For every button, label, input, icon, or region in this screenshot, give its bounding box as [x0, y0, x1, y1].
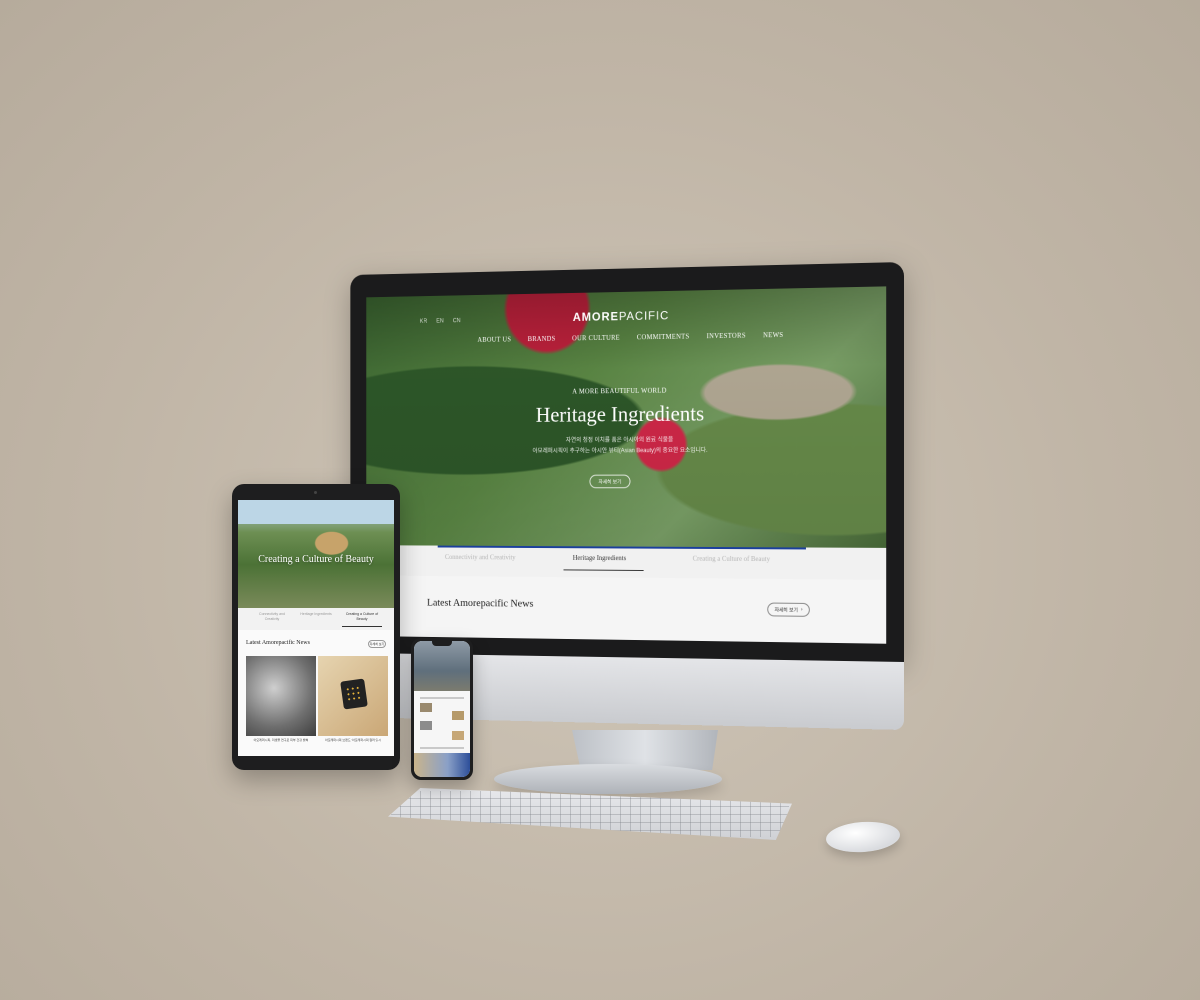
- tablet-tab-heritage[interactable]: Heritage Ingredients: [296, 612, 336, 617]
- hero-tabs: Connectivity and Creativity Heritage Ing…: [366, 545, 886, 580]
- phone-device: [411, 638, 473, 780]
- keyboard: [388, 788, 792, 840]
- tablet-tab-culture[interactable]: Creating a Culture of Beauty: [342, 612, 382, 622]
- tab-connectivity[interactable]: Connectivity and Creativity: [445, 553, 516, 561]
- phone-thumbnail: [420, 703, 432, 712]
- news-card-caption[interactable]: 아모레퍼시픽, 미생물 연구로 피부 건강 밝혀: [246, 738, 316, 742]
- phone-screen: [414, 641, 470, 777]
- tablet-news-title: Latest Amorepacific News: [246, 640, 310, 646]
- nav-brands[interactable]: BRANDS: [528, 335, 556, 343]
- main-nav: ABOUT US BRANDS OUR CULTURE COMMITMENTS …: [477, 331, 783, 344]
- news-more-button[interactable]: 자세히 보기 ›: [767, 603, 810, 617]
- lang-kr[interactable]: KR: [420, 319, 427, 325]
- news-card-image[interactable]: [246, 656, 316, 736]
- hero-title: Heritage Ingredients: [366, 399, 886, 429]
- nav-our-culture[interactable]: OUR CULTURE: [572, 334, 620, 343]
- phone-hero: [414, 641, 470, 691]
- site-logo[interactable]: AMOREPACIFIC: [573, 309, 669, 324]
- tablet-screen: Creating a Culture of Beauty Connectivit…: [238, 500, 394, 756]
- language-selector: KR EN CN: [420, 318, 461, 324]
- camera-icon: [314, 491, 317, 494]
- desktop-screen: KR EN CN AMOREPACIFIC ABOUT US BRANDS OU…: [366, 286, 886, 643]
- active-tab-underline: [564, 569, 644, 571]
- hero-eyebrow: A MORE BEAUTIFUL WORLD: [366, 384, 886, 397]
- lang-en[interactable]: EN: [436, 319, 444, 325]
- phone-thumbnail: [420, 721, 432, 730]
- tablet-tab-connectivity[interactable]: Connectivity and Creativity: [252, 612, 292, 622]
- hero-subtitle: 자연의 청정 이치를 품은 아시아의 원료 식물을 아모레퍼시픽이 추구하는 아…: [366, 434, 886, 458]
- tablet-device: Creating a Culture of Beauty Connectivit…: [232, 484, 400, 770]
- news-card-image[interactable]: [318, 656, 388, 736]
- phone-thumbnail: [452, 711, 464, 720]
- hero-banner: KR EN CN AMOREPACIFIC ABOUT US BRANDS OU…: [366, 286, 886, 548]
- tablet-news-more-button[interactable]: 자세히 보기: [368, 640, 386, 648]
- phone-notch: [432, 641, 452, 646]
- phone-bottom-image: [414, 753, 470, 777]
- nav-commitments[interactable]: COMMITMENTS: [637, 333, 690, 342]
- hero-more-button[interactable]: 자세히 보기: [589, 475, 630, 489]
- tablet-hero-title: Creating a Culture of Beauty: [238, 554, 394, 565]
- tablet-tabs: Connectivity and Creativity Heritage Ing…: [238, 608, 394, 630]
- monitor-stand-base: [494, 764, 722, 794]
- tab-heritage-ingredients[interactable]: Heritage Ingredients: [573, 554, 626, 562]
- device-mockup-scene: KR EN CN AMOREPACIFIC ABOUT US BRANDS OU…: [0, 0, 1200, 1000]
- nav-investors[interactable]: INVESTORS: [707, 332, 746, 340]
- nav-news[interactable]: NEWS: [763, 331, 783, 339]
- news-section: Latest Amorepacific News 자세히 보기 ›: [366, 575, 886, 643]
- hero-subtitle-line-2: 아모레퍼시픽이 추구하는 아시안 뷰티(Asian Beauty)의 중요한 요…: [366, 445, 886, 458]
- phone-thumbnail: [452, 731, 464, 740]
- tab-culture-of-beauty[interactable]: Creating a Culture of Beauty: [693, 555, 770, 563]
- news-card-caption[interactable]: 아모레퍼시픽 브랜드 '아모레퍼시픽 컬러'출시: [318, 738, 388, 742]
- phone-text-line: [420, 697, 464, 699]
- lang-cn[interactable]: CN: [453, 318, 461, 324]
- nav-about-us[interactable]: ABOUT US: [477, 336, 511, 344]
- chevron-right-icon: ›: [801, 607, 803, 613]
- mouse: [825, 819, 901, 854]
- phone-text-line: [420, 747, 464, 749]
- tablet-active-tab-underline: [342, 626, 382, 627]
- news-title: Latest Amorepacific News: [427, 597, 533, 610]
